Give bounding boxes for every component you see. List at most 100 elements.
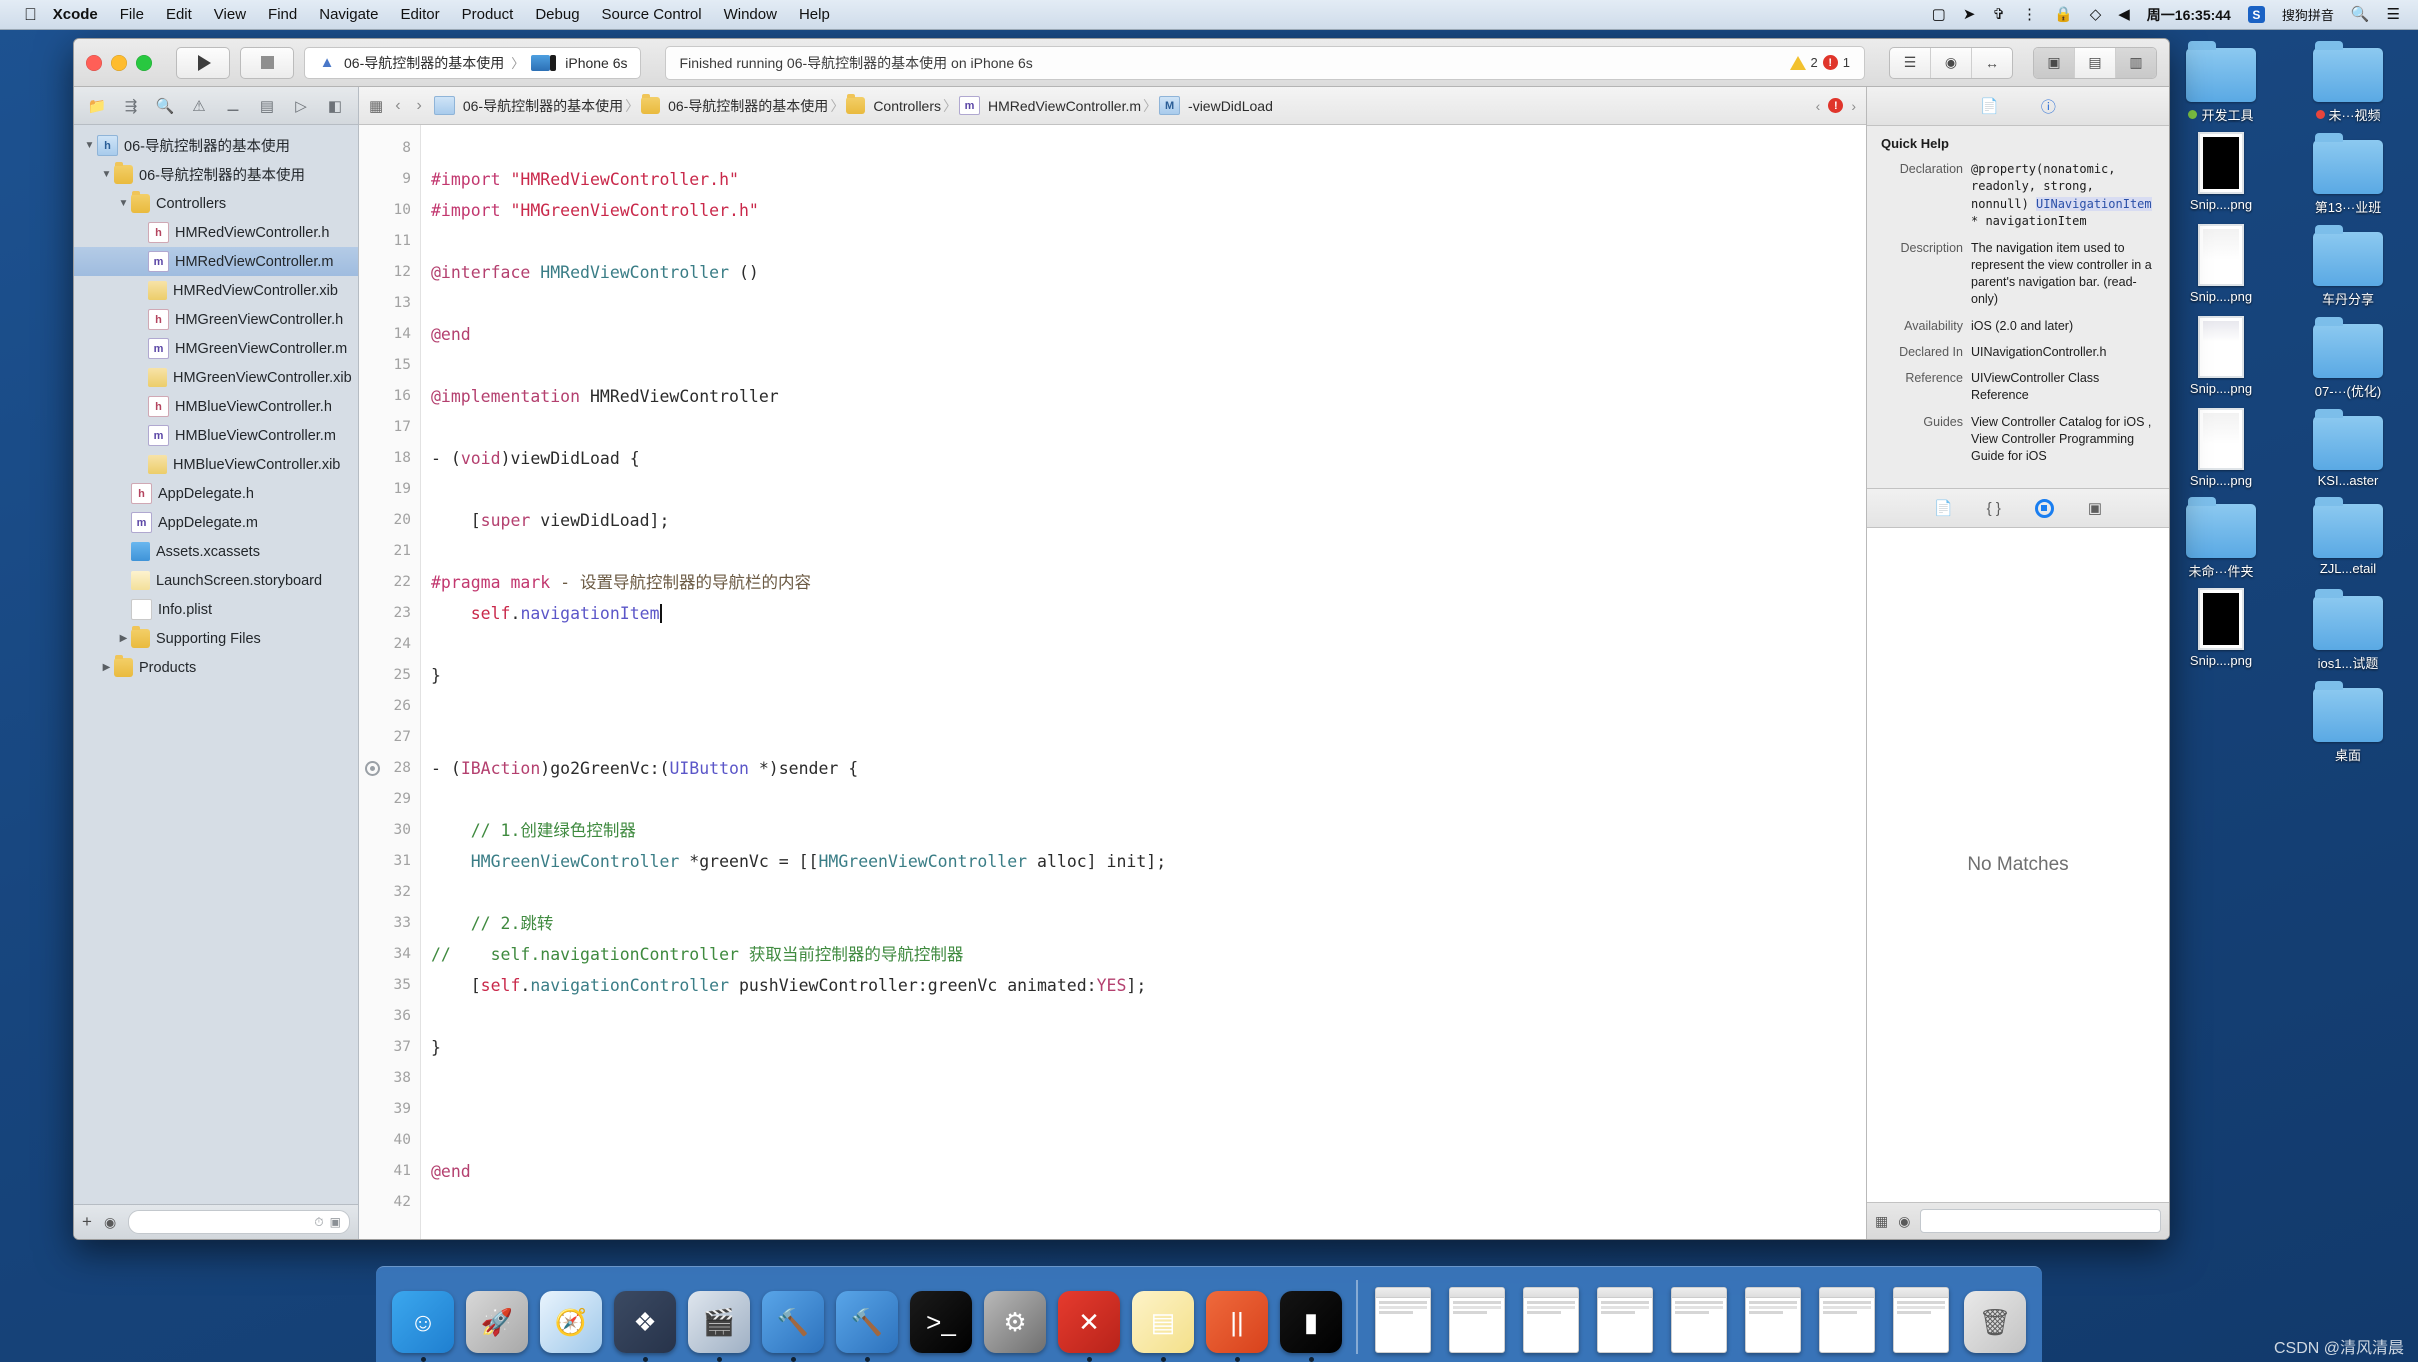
dock-item[interactable]: 🧭 <box>534 1272 608 1362</box>
dock-item[interactable]: || <box>1200 1272 1274 1362</box>
desktop-icon[interactable]: 桌面 <box>2289 680 2407 764</box>
trash-icon[interactable]: 🗑 <box>1964 1291 2026 1353</box>
issue-counters[interactable]: 2 ! 1 <box>1789 55 1850 70</box>
code-line[interactable] <box>431 536 1866 567</box>
dock-minimized-window[interactable] <box>1440 1272 1514 1362</box>
xcode-beta-icon[interactable]: 🔨 <box>762 1291 824 1353</box>
line-number[interactable]: 18 <box>359 443 420 474</box>
desktop-icon[interactable]: Snip....png <box>2162 588 2280 672</box>
dock-minimized-window[interactable] <box>1366 1272 1440 1362</box>
tab-symbol-navigator[interactable]: 🔍 <box>148 87 182 124</box>
scheme-selector[interactable]: ▲ 06-导航控制器的基本使用 〉 iPhone 6s <box>304 46 641 79</box>
toggle-navigator-icon[interactable]: ▣ <box>2034 47 2075 78</box>
modified-icon[interactable]: ▣ <box>330 1215 341 1229</box>
dock-item[interactable]: ❖ <box>608 1272 682 1362</box>
dock-item[interactable]: 🔨 <box>830 1272 904 1362</box>
tab-media-library[interactable]: ▣ <box>2088 499 2102 517</box>
desktop-icon[interactable]: Snip....png <box>2162 132 2280 216</box>
library-scope-icon[interactable]: ◉ <box>1898 1213 1910 1230</box>
standard-editor-icon[interactable]: ☰ <box>1890 47 1931 78</box>
line-number[interactable]: 27 <box>359 722 420 753</box>
clock-icon[interactable]: ⏱ <box>314 1215 323 1230</box>
bluetooth-icon[interactable]: ✞ <box>1992 7 2005 22</box>
safari-icon[interactable]: 🧭 <box>540 1291 602 1353</box>
tab-file-inspector[interactable]: 📄 <box>1980 97 1999 115</box>
code-line[interactable]: [self.navigationController pushViewContr… <box>431 970 1866 1001</box>
desktop-icon[interactable]: Snip....png <box>2162 408 2280 488</box>
dock-item[interactable]: 🎬 <box>682 1272 756 1362</box>
disclosure-open-icon[interactable]: ▼ <box>82 140 97 151</box>
code-line[interactable] <box>431 629 1866 660</box>
related-items-icon[interactable]: ▦ <box>369 97 383 115</box>
disclosure-closed-icon[interactable]: ▶ <box>116 633 131 644</box>
breadcrumb-item[interactable]: Controllers <box>846 94 941 114</box>
minimized-window-icon[interactable] <box>1893 1287 1949 1353</box>
menu-xcode[interactable]: Xcode <box>53 6 98 23</box>
tab-code-snippet-library[interactable]: { } <box>1987 500 2001 517</box>
file-tree-row[interactable]: ▶mHMRedViewController.m <box>74 247 358 276</box>
line-number[interactable]: 41 <box>359 1156 420 1187</box>
library-tab-bar[interactable]: 📄 { } ▣ <box>1867 489 2169 529</box>
line-number[interactable]: 29 <box>359 784 420 815</box>
line-number[interactable]: 39 <box>359 1094 420 1125</box>
code-line[interactable] <box>431 1094 1866 1125</box>
dock-item[interactable]: ▮ <box>1274 1272 1348 1362</box>
volume-icon[interactable]: ◀ <box>2118 7 2130 22</box>
dock-trash[interactable]: 🗑 <box>1958 1272 2032 1362</box>
version-editor-icon[interactable]: ↔ <box>1972 48 2012 78</box>
line-number[interactable]: 14 <box>359 319 420 350</box>
file-tree-row[interactable]: ▼ 06-导航控制器的基本使用 <box>74 160 358 189</box>
launchpad-icon[interactable]: 🚀 <box>466 1291 528 1353</box>
desktop-icon[interactable]: ios1...试题 <box>2289 588 2407 672</box>
menu-window[interactable]: Window <box>724 6 777 23</box>
line-number[interactable]: 37 <box>359 1032 420 1063</box>
minimized-window-icon[interactable] <box>1523 1287 1579 1353</box>
vpn-icon[interactable]: ⋮ <box>2022 7 2037 22</box>
menu-editor[interactable]: Editor <box>400 6 439 23</box>
dock-item[interactable]: ☺ <box>386 1272 460 1362</box>
line-number[interactable]: 26 <box>359 691 420 722</box>
xcode-icon[interactable]: 🔨 <box>836 1291 898 1353</box>
line-number[interactable]: 12 <box>359 257 420 288</box>
zoom-button[interactable] <box>136 54 152 71</box>
line-number[interactable]: 35 <box>359 970 420 1001</box>
line-number[interactable]: 28 <box>359 753 420 784</box>
code-line[interactable]: @end <box>431 1156 1866 1187</box>
line-number[interactable]: 17 <box>359 412 420 443</box>
dock-item[interactable]: 🔨 <box>756 1272 830 1362</box>
tab-quick-help[interactable]: ⓘ <box>2041 96 2056 117</box>
line-number[interactable]: 20 <box>359 505 420 536</box>
quick-help-value[interactable]: UINavigationController.h <box>1971 344 2157 361</box>
line-number[interactable]: 8 <box>359 133 420 164</box>
desktop-icon[interactable]: Snip....png <box>2162 224 2280 308</box>
project-file-tree[interactable]: ▼ h 06-导航控制器的基本使用 ▼ 06-导航控制器的基本使用 ▼ Controller… <box>74 125 358 1204</box>
finder-icon[interactable]: ☺ <box>392 1291 454 1353</box>
desktop-icon[interactable]: 车丹分享 <box>2289 224 2407 308</box>
code-line[interactable] <box>431 784 1866 815</box>
code-line[interactable] <box>431 133 1866 164</box>
screen-recording-icon[interactable]: ▢ <box>1932 7 1946 22</box>
source-editor[interactable]: 8 9 10 11 12 13 14 15 16 17 18 19 20 21 22 23 24 25 26 27 28… <box>359 125 1866 1239</box>
parallels-icon[interactable]: || <box>1206 1291 1268 1353</box>
menu-source-control[interactable]: Source Control <box>602 6 702 23</box>
code-line[interactable]: self.navigationItem <box>431 598 1866 629</box>
input-method-badge[interactable]: S <box>2247 6 2265 23</box>
menu-product[interactable]: Product <box>462 6 514 23</box>
file-tree-row[interactable]: ▶ Supporting Files <box>74 624 358 653</box>
desktop-icon[interactable]: 开发工具 <box>2162 40 2280 124</box>
navigate-forward-button[interactable]: › <box>413 97 426 115</box>
code-line[interactable]: @end <box>431 319 1866 350</box>
file-tree-row[interactable]: ▶HMGreenViewController.xib <box>74 363 358 392</box>
dock-item[interactable]: ✕ <box>1052 1272 1126 1362</box>
desktop-icon[interactable]: ZJL...etail <box>2289 496 2407 580</box>
desktop-icon[interactable]: 07-···(优化) <box>2289 316 2407 400</box>
code-line[interactable]: } <box>431 660 1866 691</box>
line-number[interactable]: 10 <box>359 195 420 226</box>
code-line[interactable]: HMGreenViewController *greenVc = [[HMGre… <box>431 846 1866 877</box>
line-number[interactable]: 36 <box>359 1001 420 1032</box>
toggle-utilities-icon[interactable]: ▥ <box>2116 47 2156 78</box>
code-line[interactable] <box>431 474 1866 505</box>
minimized-window-icon[interactable] <box>1597 1287 1653 1353</box>
jumpbar-error-icon[interactable]: ! <box>1828 98 1844 113</box>
previous-issue-button[interactable]: ‹ <box>1816 98 1821 114</box>
